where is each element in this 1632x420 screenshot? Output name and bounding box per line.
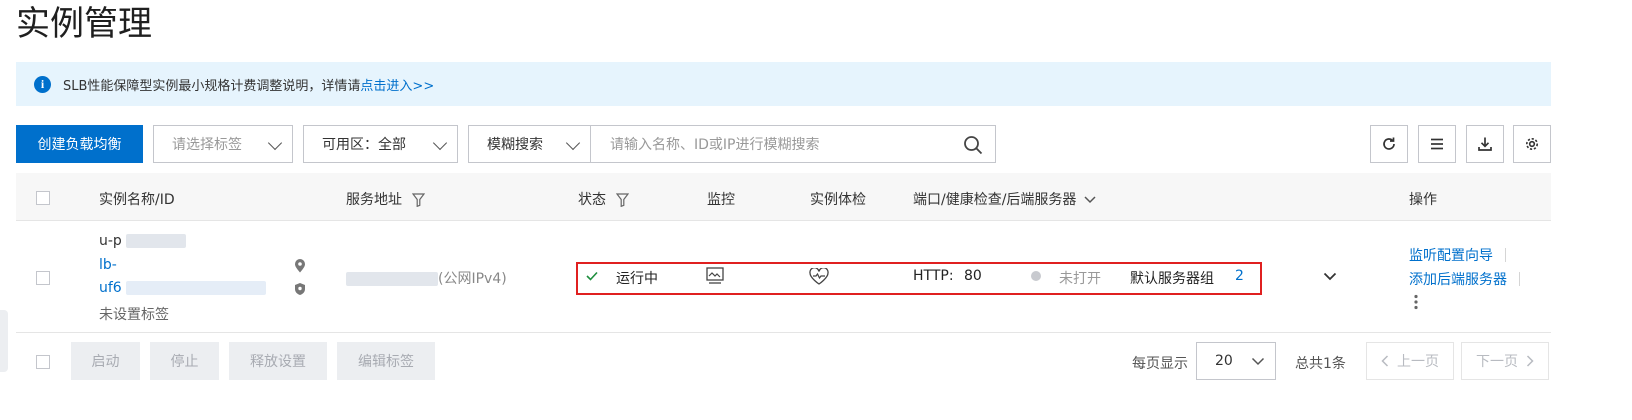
instance-id-line2[interactable]: uf6 [99, 280, 267, 296]
search-placeholder: 请输入名称、ID或IP进行模糊搜索 [610, 137, 820, 153]
list-view-button[interactable] [1418, 125, 1456, 163]
chevron-right-icon [1526, 355, 1534, 367]
masked-name [126, 234, 187, 248]
settings-button[interactable] [1513, 125, 1551, 163]
page-size-value: 20 [1215, 353, 1233, 369]
action-divider [1505, 248, 1506, 262]
start-button[interactable]: 启动 [71, 342, 140, 380]
tag-select[interactable]: 请选择标签 [153, 125, 293, 163]
search-input[interactable]: 请输入名称、ID或IP进行模糊搜索 [590, 125, 996, 163]
zone-select[interactable]: 可用区：全部 [303, 125, 458, 163]
expand-row-chevron-icon[interactable] [1323, 272, 1337, 282]
notice-text: SLB性能保障型实例最小规格计费调整说明，详情请 [63, 78, 361, 94]
instance-name-prefix: u-p [99, 233, 122, 249]
list-icon [1431, 138, 1443, 150]
edit-tags-button[interactable]: 编辑标签 [337, 342, 435, 380]
chevron-down-icon [267, 135, 283, 151]
filter-icon[interactable] [616, 193, 630, 207]
instance-tag: 未设置标签 [99, 307, 169, 323]
header-actions: 操作 [1409, 192, 1437, 208]
notice-bar: i SLB性能保障型实例最小规格计费调整说明，详情请 点击进入>> [16, 62, 1551, 106]
tag-select-placeholder: 请选择标签 [172, 137, 242, 153]
footer-select-all-checkbox[interactable] [36, 355, 50, 369]
notice-link[interactable]: 点击进入>> [360, 75, 434, 94]
header-health: 实例体检 [810, 192, 866, 208]
header-name: 实例名称/ID [99, 192, 175, 208]
location-pin-icon[interactable] [294, 259, 306, 273]
shield-icon[interactable] [294, 282, 306, 296]
page-size-select[interactable]: 20 [1196, 342, 1276, 380]
chevron-down-icon [1084, 196, 1096, 204]
masked-id [126, 281, 267, 295]
instance-id-line1[interactable]: lb- [99, 257, 117, 273]
page-title: 实例管理 [16, 4, 152, 44]
header-status-wrap: 状态 [578, 189, 630, 209]
zone-select-value: 可用区：全部 [322, 137, 406, 153]
download-button[interactable] [1466, 125, 1504, 163]
info-icon: i [34, 75, 51, 93]
prev-page-button[interactable]: 上一页 [1366, 342, 1454, 380]
search-icon[interactable] [963, 135, 983, 155]
header-address: 服务地址 [346, 192, 402, 208]
release-settings-button[interactable]: 释放设置 [229, 342, 327, 380]
add-backend-server-link[interactable]: 添加后端服务器 [1409, 269, 1507, 289]
table-header: 实例名称/ID 服务地址 状态 监控 实例体检 端口/健康检查/后端服务器 操作 [16, 173, 1551, 221]
chevron-down-icon [1251, 357, 1265, 366]
chevron-down-icon [565, 135, 581, 151]
header-address-wrap: 服务地址 [346, 189, 426, 209]
next-page-button[interactable]: 下一页 [1461, 342, 1549, 380]
download-icon [1478, 137, 1492, 151]
listener-wizard-link[interactable]: 监听配置向导 [1409, 245, 1493, 265]
address-type: (公网IPv4) [438, 271, 507, 287]
service-address: (公网IPv4) [346, 268, 507, 288]
refresh-button[interactable] [1370, 125, 1408, 163]
next-page-label: 下一页 [1476, 354, 1518, 370]
chevron-left-icon [1381, 355, 1389, 367]
total-count: 总共1条 [1295, 356, 1346, 372]
create-load-balancer-button[interactable]: 创建负载均衡 [16, 125, 143, 163]
filter-icon[interactable] [412, 193, 426, 207]
per-page-label: 每页显示 [1132, 356, 1188, 372]
action-divider [1519, 272, 1520, 286]
highlight-box [576, 262, 1262, 295]
chevron-down-icon [432, 135, 448, 151]
header-ports-wrap[interactable]: 端口/健康检查/后端服务器 [913, 189, 1097, 209]
settings-icon [1526, 138, 1538, 150]
header-status: 状态 [578, 192, 606, 208]
select-all-checkbox[interactable] [36, 191, 50, 205]
more-actions-icon[interactable] [1413, 294, 1419, 310]
refresh-icon [1383, 137, 1395, 150]
header-ports: 端口/健康检查/后端服务器 [913, 192, 1077, 208]
row-checkbox[interactable] [36, 271, 50, 285]
search-mode-value: 模糊搜索 [487, 137, 543, 153]
stop-button[interactable]: 停止 [150, 342, 219, 380]
search-mode-select[interactable]: 模糊搜索 [468, 125, 591, 163]
instance-name-line: u-p [99, 233, 187, 249]
masked-ip [346, 272, 438, 286]
prev-page-label: 上一页 [1397, 354, 1439, 370]
header-monitor: 监控 [707, 192, 735, 208]
instance-id-prefix: uf6 [99, 280, 122, 296]
side-collapse-handle[interactable] [0, 310, 8, 372]
